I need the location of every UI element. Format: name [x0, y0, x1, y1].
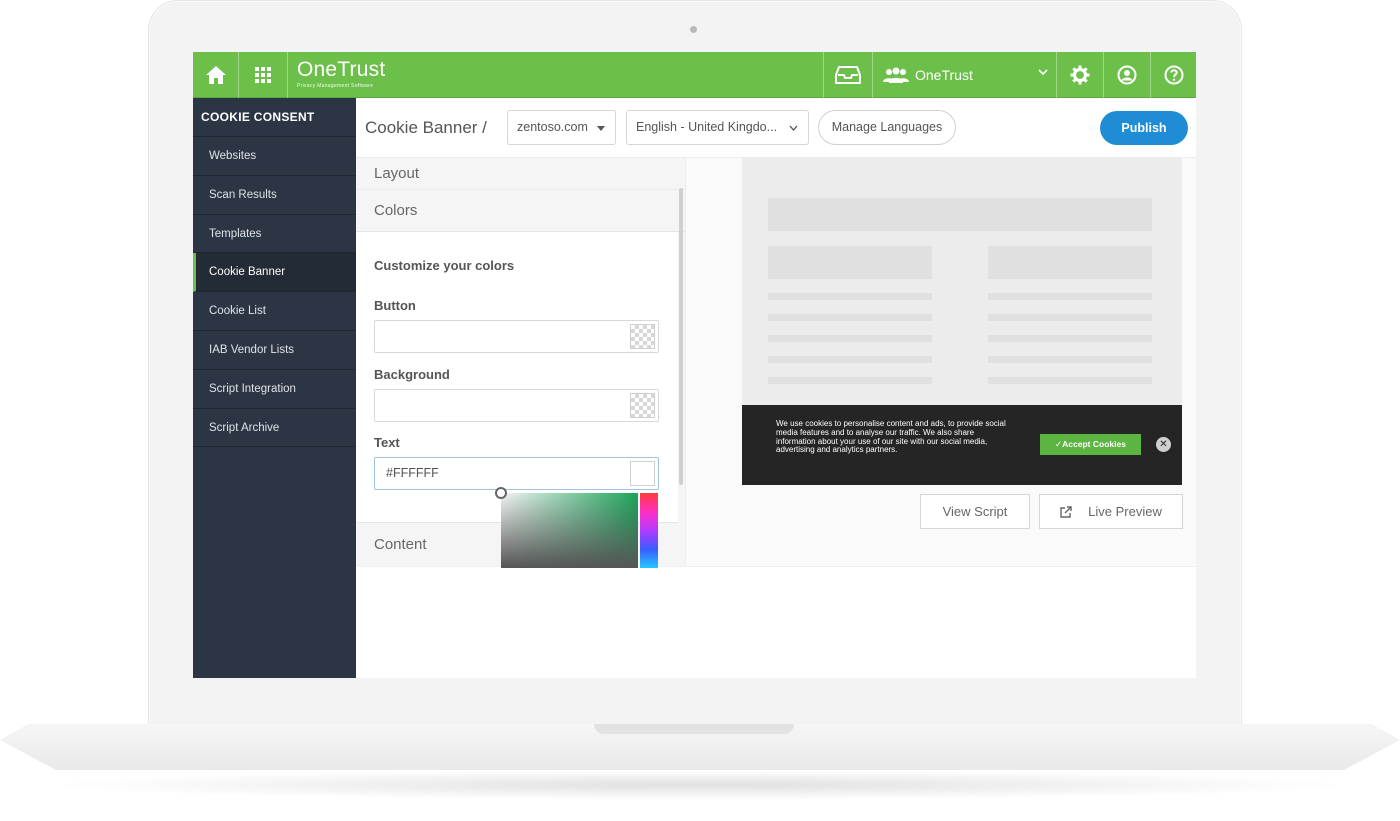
mock-header-bar: [768, 198, 1152, 231]
live-preview-button[interactable]: Live Preview: [1039, 494, 1183, 529]
color-picker[interactable]: [495, 487, 658, 568]
chevron-down-icon: [789, 125, 798, 131]
settings-button[interactable]: [1057, 52, 1104, 98]
language-select[interactable]: English - United Kingdo...: [626, 110, 809, 145]
background-color-input[interactable]: [374, 389, 659, 422]
mock-line: [768, 293, 932, 300]
manage-languages-button[interactable]: Manage Languages: [818, 110, 956, 145]
help-button[interactable]: [1151, 52, 1196, 98]
sidebar-item-templates[interactable]: Templates: [193, 215, 356, 254]
color-picker-handle[interactable]: [495, 487, 507, 499]
color-picker-saturation-area[interactable]: [501, 493, 638, 568]
color-picker-hue-slider[interactable]: [640, 493, 658, 568]
close-icon[interactable]: ✕: [1156, 437, 1171, 452]
sidebar-item-cookie-banner[interactable]: Cookie Banner: [193, 253, 356, 293]
mock-line: [988, 314, 1152, 321]
content-lower-area: [356, 566, 1196, 678]
mock-block: [988, 246, 1152, 279]
domain-select[interactable]: zentoso.com: [507, 110, 616, 145]
mock-line: [768, 356, 932, 363]
sidebar-item-websites[interactable]: Websites: [193, 137, 356, 176]
live-preview-label: Live Preview: [1088, 504, 1162, 519]
sidebar-title: COOKIE CONSENT: [193, 98, 356, 137]
mock-line: [768, 335, 932, 342]
accordion-colors[interactable]: Colors: [356, 190, 685, 232]
button-color-label: Button: [374, 298, 416, 313]
sidebar: COOKIE CONSENT Websites Scan Results Tem…: [193, 98, 356, 678]
user-icon: [1117, 65, 1137, 85]
home-icon: [205, 66, 226, 84]
preview-page-mockup: [742, 158, 1182, 408]
text-color-swatch[interactable]: [630, 461, 655, 486]
laptop-camera: [690, 26, 697, 33]
mock-line: [768, 314, 932, 321]
sidebar-item-scan-results[interactable]: Scan Results: [193, 176, 356, 215]
background-color-label: Background: [374, 367, 450, 382]
accordion-layout[interactable]: Layout: [356, 158, 685, 190]
org-name: OneTrust: [915, 67, 973, 83]
mock-line: [768, 377, 932, 384]
button-color-swatch[interactable]: [630, 324, 655, 349]
text-color-input[interactable]: #FFFFFF: [374, 457, 659, 490]
inbox-button[interactable]: [823, 52, 873, 98]
sidebar-item-script-archive[interactable]: Script Archive: [193, 409, 356, 448]
page-header: Cookie Banner / zentoso.com English - Un…: [356, 98, 1196, 158]
gear-icon: [1070, 65, 1090, 85]
view-script-button[interactable]: View Script: [920, 494, 1030, 529]
laptop-shadow: [40, 770, 1360, 800]
banner-preview-area: We use cookies to personalise content an…: [685, 158, 1196, 566]
customize-colors-heading: Customize your colors: [374, 258, 515, 273]
help-icon: [1164, 65, 1183, 85]
domain-select-value: zentoso.com: [517, 120, 588, 134]
organization-selector[interactable]: OneTrust: [873, 52, 1057, 98]
colors-section-body: Customize your colors Button Background …: [356, 232, 678, 522]
sidebar-item-cookie-list[interactable]: Cookie List: [193, 292, 356, 331]
mock-line: [988, 377, 1152, 384]
sidebar-item-script-integration[interactable]: Script Integration: [193, 370, 356, 409]
mock-line: [988, 293, 1152, 300]
button-color-input[interactable]: [374, 320, 659, 353]
inbox-icon: [835, 66, 861, 84]
mock-line: [988, 335, 1152, 342]
accept-cookies-button[interactable]: ✓Accept Cookies: [1040, 434, 1141, 455]
panel-scrollbar[interactable]: [679, 188, 683, 485]
language-select-value: English - United Kingdo...: [636, 120, 778, 134]
profile-button[interactable]: [1104, 52, 1151, 98]
app-screen: OneTrust Privacy Management Software One…: [193, 52, 1196, 678]
breadcrumb: Cookie Banner /: [365, 118, 487, 137]
chevron-down-icon: [1038, 69, 1048, 76]
cookie-banner-text: We use cookies to personalise content an…: [776, 419, 1006, 455]
sidebar-item-iab-vendor-lists[interactable]: IAB Vendor Lists: [193, 331, 356, 370]
logo-tagline: Privacy Management Software: [297, 83, 374, 89]
text-color-value: #FFFFFF: [386, 466, 439, 480]
external-link-icon: [1060, 505, 1072, 518]
apps-button[interactable]: [239, 52, 288, 98]
mock-line: [988, 356, 1152, 363]
background-color-swatch[interactable]: [630, 393, 655, 418]
laptop-base-notch: [594, 724, 794, 734]
home-button[interactable]: [193, 52, 239, 98]
mock-block: [768, 246, 932, 279]
caret-down-icon: [597, 126, 605, 131]
onetrust-logo[interactable]: OneTrust Privacy Management Software: [297, 58, 385, 89]
apps-grid-icon: [255, 67, 271, 83]
top-navbar: OneTrust Privacy Management Software One…: [193, 52, 1196, 98]
users-icon: [883, 67, 909, 83]
cookie-banner-preview: We use cookies to personalise content an…: [742, 405, 1182, 485]
text-color-label: Text: [374, 435, 400, 450]
logo-wordmark: OneTrust: [297, 58, 386, 81]
publish-button[interactable]: Publish: [1100, 111, 1188, 145]
